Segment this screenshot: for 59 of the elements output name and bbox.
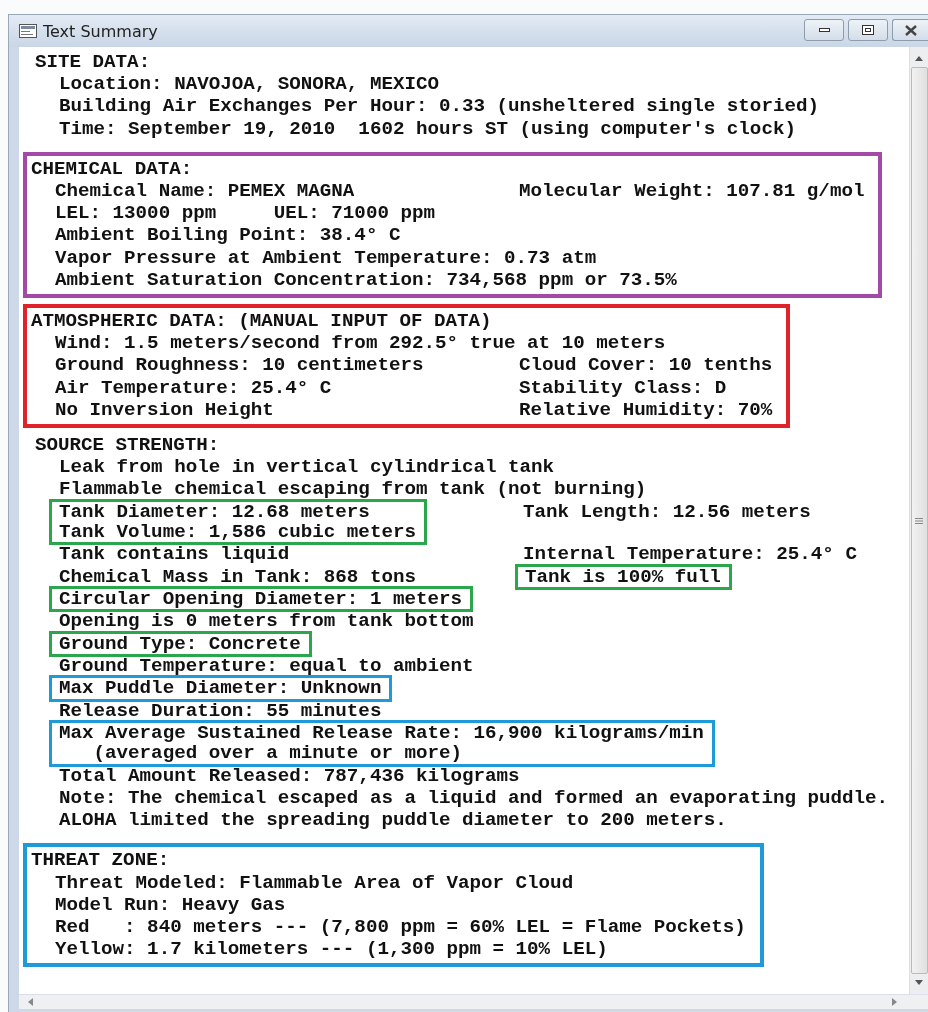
summary-line: Ground Type: Concrete (59, 633, 301, 655)
summary-line: No Inversion Height (55, 398, 275, 422)
minimize-button[interactable] (804, 19, 844, 41)
summary-line: Circular Opening Diameter: 1 meters (59, 589, 462, 610)
window-title: Text Summary (43, 21, 159, 41)
summary-line: Max Average Sustained Release Rate: 16,900 kilograms/min (59, 722, 704, 744)
section-heading: THREAT ZONE: (31, 849, 171, 872)
close-button[interactable] (892, 19, 928, 41)
minimize-icon (818, 27, 830, 33)
horizontal-scrollbar[interactable] (19, 994, 928, 1009)
summary-line: Chemical Mass in Tank: 868 tons (59, 565, 417, 588)
summary-line: Release Duration: 55 minutes (59, 699, 382, 722)
summary-line: Air Temperature: 25.4° C (55, 376, 333, 399)
summary-line: Opening is 0 meters from tank bottom (59, 610, 474, 633)
summary-line: Building Air Exchanges Per Hour: 0.33 (unsheltered single storied) (59, 95, 819, 118)
section-heading: CHEMICAL DATA: (31, 157, 194, 180)
section-heading: SOURCE STRENGTH: (35, 434, 221, 457)
section-heading: SITE DATA: (35, 51, 152, 74)
summary-line: Wind: 1.5 meters/second from 292.5° true at 10 meters (55, 332, 666, 355)
summary-line: Vapor Pressure at Ambient Temperature: 0.73 atm (55, 246, 597, 269)
summary-line: Tank contains liquid (59, 543, 291, 566)
scroll-up-icon[interactable] (914, 55, 924, 61)
summary-line: Time: September 19, 2010 1602 hours ST (using computer's clock) (59, 117, 796, 140)
summary-line: Tank Length: 12.56 meters (523, 500, 811, 523)
summary-line: Stability Class: D (519, 376, 727, 399)
summary-line: Total Amount Released: 787,436 kilograms (59, 764, 520, 787)
summary-line: Tank is 100% full (525, 566, 721, 588)
grip-icon (915, 516, 923, 525)
summary-line: Tank Diameter: 12.68 meters (59, 501, 371, 523)
summary-line: Model Run: Heavy Gas (55, 893, 286, 916)
summary-line: Flammable chemical escaping from tank (not burning) (59, 478, 647, 501)
summary-line: Ambient Saturation Concentration: 734,568 ppm or 73.5% (55, 268, 677, 292)
summary-line: (averaged over a minute or more) (92, 743, 463, 764)
summary-line: Molecular Weight: 107.81 g/mol (519, 180, 865, 203)
summary-line: Leak from hole in vertical cylindrical tank (59, 456, 555, 479)
summary-line: Cloud Cover: 10 tenths (519, 354, 773, 377)
summary-line: ALOHA limited the spreading puddle diameter to 200 meters. (59, 809, 727, 832)
summary-line: Ground Roughness: 10 centimeters (55, 354, 425, 377)
summary-line: Tank Volume: 1,586 cubic meters (59, 522, 416, 543)
summary-line: Location: NAVOJOA, SONORA, MEXICO (59, 73, 439, 96)
scroll-left-icon[interactable] (27, 997, 33, 1007)
scroll-down-icon[interactable] (914, 980, 924, 986)
summary-line: Yellow: 1.7 kilometers --- (1,300 ppm = 10% LEL) (55, 938, 608, 961)
close-icon (903, 24, 918, 36)
summary-line: Max Puddle Diameter: Unknown (59, 678, 382, 699)
section-heading: ATMOSPHERIC DATA: (MANUAL INPUT OF DATA) (31, 310, 493, 333)
summary-line: Threat Modeled: Flammable Area of Vapor Cloud (55, 871, 574, 894)
summary-line: Ambient Boiling Point: 38.4° C (55, 224, 401, 247)
summary-line: Relative Humidity: 70% (519, 398, 773, 422)
scroll-right-icon[interactable] (892, 997, 898, 1007)
summary-line: Red : 840 meters --- (7,800 ppm = 60% LEL = Flame Pockets) (55, 915, 746, 939)
window-icon (19, 24, 37, 38)
summary-line: Ground Temperature: equal to ambient (59, 655, 474, 678)
summary-line: Chemical Name: PEMEX MAGNA (55, 180, 356, 203)
summary-line: Internal Temperature: 25.4° C (523, 543, 857, 566)
summary-line: LEL: 13000 ppm UEL: 71000 ppm (55, 202, 435, 225)
maximize-button[interactable] (848, 19, 888, 41)
summary-line: Note: The chemical escaped as a liquid and formed an evaporating puddle. (59, 786, 889, 810)
maximize-icon (862, 25, 874, 35)
